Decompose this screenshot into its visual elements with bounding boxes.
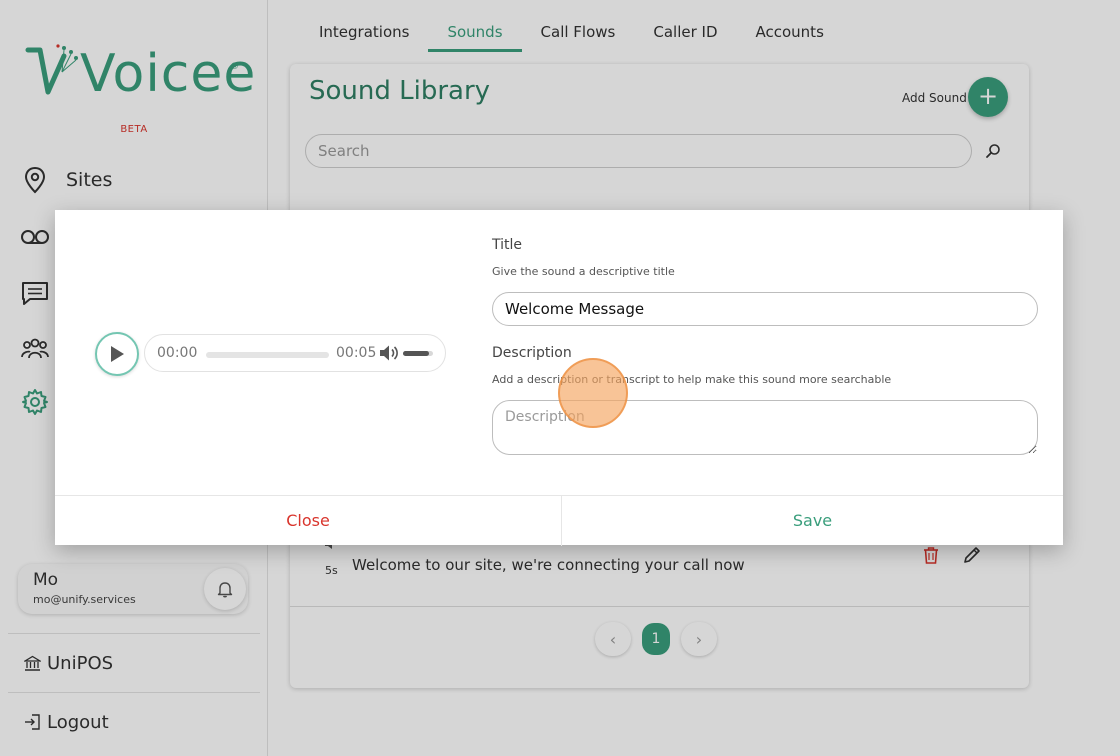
volume-icon[interactable] — [379, 344, 399, 362]
audio-progress-slider[interactable] — [206, 352, 329, 358]
save-button[interactable]: Save — [562, 496, 1063, 546]
edit-sound-modal: 00:00 00:05 Title Give the sound a descr… — [55, 210, 1063, 546]
title-field[interactable] — [492, 292, 1038, 326]
play-button[interactable] — [95, 332, 139, 376]
audio-duration: 00:05 — [336, 345, 377, 361]
close-button[interactable]: Close — [55, 496, 562, 546]
audio-player: 00:00 00:05 — [144, 334, 446, 372]
title-help-text: Give the sound a descriptive title — [492, 265, 675, 278]
audio-current-time: 00:00 — [157, 345, 198, 361]
volume-level — [403, 351, 429, 356]
description-label: Description — [492, 345, 572, 361]
volume-slider[interactable] — [403, 351, 433, 356]
cursor-highlight — [558, 358, 628, 428]
play-icon — [111, 346, 124, 362]
modal-footer: Close Save — [55, 495, 1063, 546]
title-label: Title — [492, 237, 523, 253]
description-help-text: Add a description or transcript to help … — [492, 373, 892, 386]
